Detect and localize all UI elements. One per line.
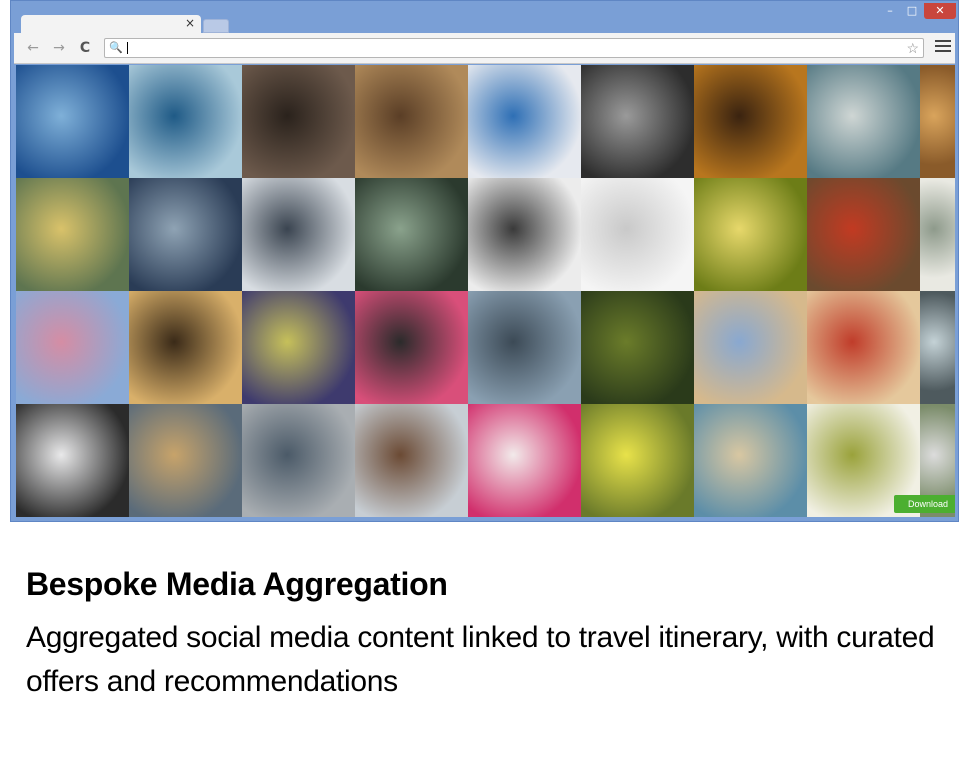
reload-icon[interactable]: C <box>76 39 94 57</box>
window-close-icon[interactable]: ✕ <box>924 3 956 19</box>
hamburger-menu-icon[interactable] <box>935 40 951 54</box>
photo-tile[interactable] <box>242 404 355 517</box>
photo-tile[interactable] <box>16 404 129 517</box>
photo-tile[interactable] <box>920 291 955 404</box>
photo-gallery: Download <box>16 65 955 517</box>
photo-tile[interactable] <box>16 178 129 291</box>
photo-tile[interactable] <box>355 291 468 404</box>
photo-tile[interactable] <box>355 65 468 178</box>
photo-tile[interactable] <box>355 404 468 517</box>
photo-tile[interactable] <box>581 178 694 291</box>
photo-tile[interactable] <box>694 291 807 404</box>
photo-tile[interactable] <box>920 65 955 178</box>
tab-close-icon[interactable]: × <box>185 16 195 30</box>
back-arrow-icon[interactable]: ← <box>24 39 42 57</box>
caption-title: Bespoke Media Aggregation <box>26 566 448 602</box>
address-bar[interactable]: 🔍 ☆ <box>104 38 924 58</box>
browser-tab[interactable]: × <box>21 15 201 33</box>
photo-tile[interactable] <box>242 178 355 291</box>
browser-window: × – □ ✕ ← → C 🔍 ☆ Download <box>10 0 959 522</box>
text-caret <box>127 42 128 54</box>
minimize-icon[interactable]: – <box>880 3 900 19</box>
photo-tile[interactable] <box>468 178 581 291</box>
search-icon: 🔍 <box>109 42 123 54</box>
caption-body: Aggregated social media content linked t… <box>26 621 935 698</box>
photo-tile[interactable] <box>807 291 920 404</box>
photo-tile[interactable] <box>694 178 807 291</box>
photo-tile[interactable] <box>694 65 807 178</box>
browser-toolbar: ← → C 🔍 ☆ <box>14 33 955 64</box>
photo-tile[interactable] <box>807 65 920 178</box>
maximize-icon[interactable]: □ <box>902 3 922 19</box>
photo-tile[interactable] <box>129 65 242 178</box>
forward-arrow-icon[interactable]: → <box>50 39 68 57</box>
photo-tile[interactable] <box>807 178 920 291</box>
photo-tile[interactable] <box>242 291 355 404</box>
photo-tile[interactable] <box>242 65 355 178</box>
photo-tile[interactable] <box>468 404 581 517</box>
photo-tile[interactable] <box>581 65 694 178</box>
download-button[interactable]: Download <box>894 495 955 513</box>
photo-tile[interactable] <box>468 291 581 404</box>
new-tab-button[interactable] <box>203 19 229 33</box>
photo-tile[interactable] <box>581 404 694 517</box>
bookmark-star-icon[interactable]: ☆ <box>906 38 919 58</box>
photo-tile[interactable] <box>920 178 955 291</box>
photo-tile[interactable] <box>355 178 468 291</box>
photo-tile[interactable] <box>129 291 242 404</box>
photo-tile[interactable] <box>129 404 242 517</box>
photo-tile[interactable] <box>16 291 129 404</box>
title-bar: × – □ ✕ <box>11 1 958 33</box>
photo-tile[interactable] <box>581 291 694 404</box>
photo-tile[interactable] <box>694 404 807 517</box>
photo-tile[interactable] <box>468 65 581 178</box>
photo-tile[interactable] <box>16 65 129 178</box>
photo-tile[interactable] <box>129 178 242 291</box>
